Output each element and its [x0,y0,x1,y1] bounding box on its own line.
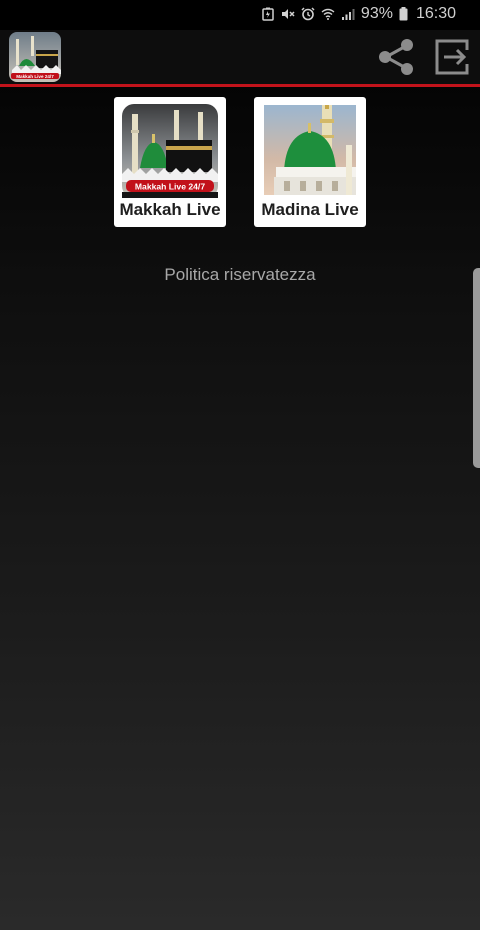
madina-live-label: Madina Live [261,200,359,219]
exit-icon [433,39,471,82]
alarm-icon [301,7,315,21]
edge-panel-handle[interactable] [473,268,480,468]
app-logo: Makkah Live 24/7 [9,32,61,82]
battery-icon [399,7,408,21]
app-bar-divider [0,84,480,87]
status-indicators: 93% 16:30 [261,5,456,23]
makkah-thumbnail: Makkah Live 24/7 [122,104,218,198]
share-icon [375,39,417,82]
madina-live-tile[interactable]: Madina Live [254,97,366,227]
app-logo-text: Makkah Live 24/7 [16,74,54,79]
privacy-policy-link[interactable]: Politica riservatezza [0,265,480,285]
battery-percent: 93% [360,5,393,22]
makkah-live-tile[interactable]: Makkah Live 24/7 Makkah Live [114,97,226,227]
app-bar: Makkah Live 24/7 [0,30,480,84]
status-bar: 93% 16:30 [0,0,480,30]
signal-icon [341,7,355,21]
status-time: 16:30 [415,5,456,22]
live-stream-tiles: Makkah Live 24/7 Makkah Live Madina Live [0,97,480,227]
mute-icon [281,7,295,21]
madina-thumbnail [264,105,356,195]
makkah-thumbnail-badge: Makkah Live 24/7 [135,182,205,192]
battery-saver-icon [261,7,275,21]
exit-button[interactable] [433,36,471,78]
makkah-live-label: Makkah Live [119,200,221,219]
wifi-icon [321,7,335,21]
share-button[interactable] [375,36,417,78]
